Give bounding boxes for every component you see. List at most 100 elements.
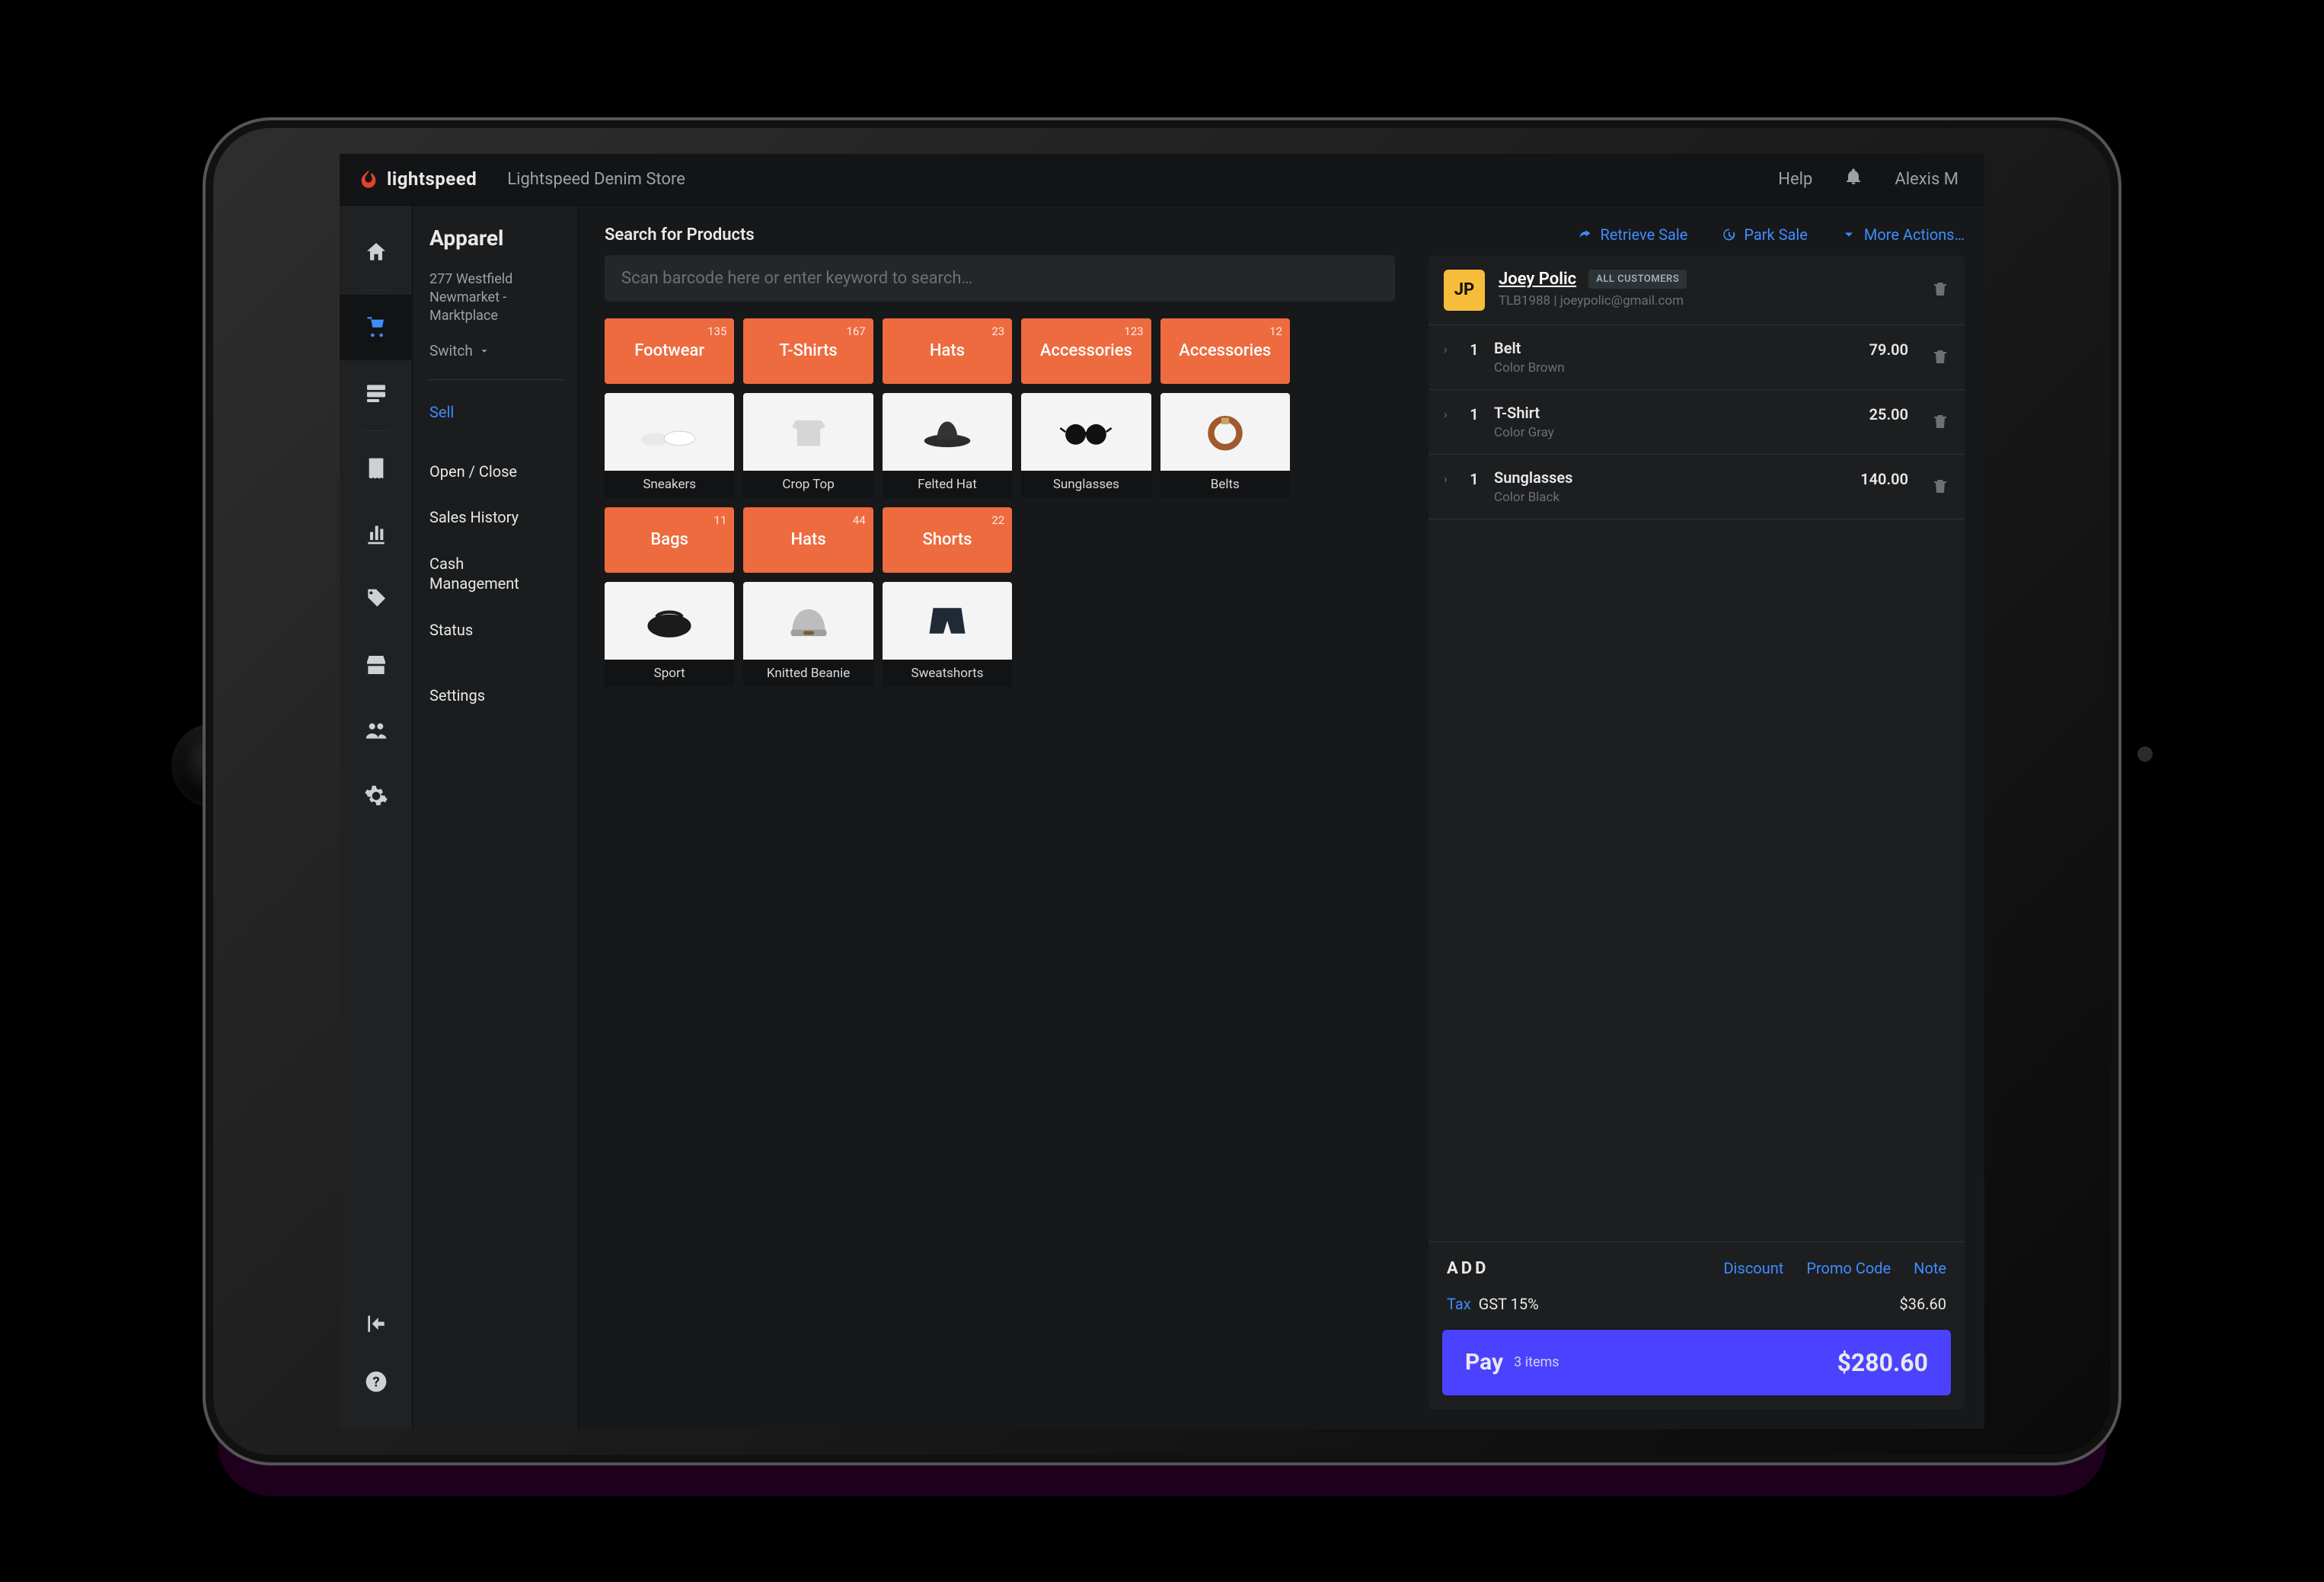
category-tile[interactable]: 23Hats bbox=[883, 318, 1012, 384]
remove-customer-button[interactable] bbox=[1931, 280, 1949, 301]
nav-customers[interactable] bbox=[340, 698, 413, 763]
store-icon bbox=[364, 653, 388, 677]
customer-group-badge: ALL CUSTOMERS bbox=[1588, 270, 1687, 289]
top-bar: lightspeed Lightspeed Denim Store Help A… bbox=[340, 154, 1984, 206]
side-link-status[interactable]: Status bbox=[429, 610, 563, 650]
cart-panel: Retrieve Sale Park Sale More Actions… bbox=[1421, 206, 1984, 1429]
user-menu[interactable]: Alexis M bbox=[1895, 170, 1958, 189]
brand-logo[interactable]: lightspeed bbox=[358, 168, 477, 190]
help-link[interactable]: Help bbox=[1778, 170, 1812, 189]
cart-line[interactable]: › 1 Belt Color Brown 79.00 bbox=[1429, 325, 1965, 390]
category-tile[interactable]: 123Accessories bbox=[1021, 318, 1151, 384]
fedora-icon bbox=[915, 407, 979, 457]
remove-line-button[interactable] bbox=[1931, 347, 1949, 369]
product-tile[interactable]: Sport bbox=[605, 582, 734, 687]
nav-receipt[interactable] bbox=[340, 436, 413, 501]
side-link-cash-management[interactable]: Cash Management bbox=[429, 543, 563, 604]
notifications-button[interactable] bbox=[1844, 168, 1863, 190]
line-name: Belt bbox=[1494, 339, 1857, 357]
pay-button[interactable]: Pay 3 items $280.60 bbox=[1442, 1330, 1951, 1395]
retrieve-sale-button[interactable]: Retrieve Sale bbox=[1577, 225, 1687, 244]
cart-lines: › 1 BeltColor Brown 79.00 › 1 T-ShirtCol… bbox=[1429, 325, 1965, 1242]
category-tile[interactable]: 11Bags bbox=[605, 507, 734, 573]
side-link-sell[interactable]: Sell bbox=[429, 392, 563, 432]
nav-inventory[interactable] bbox=[340, 632, 413, 698]
cart-line[interactable]: › 1 T-ShirtColor Gray 25.00 bbox=[1429, 390, 1965, 455]
line-qty: 1 bbox=[1467, 470, 1482, 488]
search-heading: Search for Products bbox=[605, 225, 1395, 244]
collapse-icon bbox=[364, 1312, 388, 1336]
register-address: 277 Westfield Newmarket - Marktplace bbox=[429, 270, 563, 326]
brand-text: lightspeed bbox=[387, 168, 477, 190]
nav-home[interactable] bbox=[340, 219, 413, 285]
nav-reports[interactable] bbox=[340, 501, 413, 567]
gear-icon bbox=[364, 784, 388, 808]
svg-text:?: ? bbox=[372, 1373, 379, 1390]
product-tile[interactable]: Sneakers bbox=[605, 393, 734, 498]
product-tile[interactable]: Sweatshorts bbox=[883, 582, 1012, 687]
question-icon: ? bbox=[364, 1369, 388, 1394]
add-label: ADD bbox=[1447, 1259, 1489, 1278]
category-tile[interactable]: 12Accessories bbox=[1160, 318, 1290, 384]
category-tile[interactable]: 135Footwear bbox=[605, 318, 734, 384]
help-rail-button[interactable]: ? bbox=[340, 1353, 413, 1411]
park-sale-button[interactable]: Park Sale bbox=[1721, 225, 1808, 244]
line-qty: 1 bbox=[1467, 340, 1482, 359]
tablet-frame: lightspeed Lightspeed Denim Store Help A… bbox=[203, 117, 2121, 1465]
product-tile[interactable]: Crop Top bbox=[743, 393, 873, 498]
crop-top-icon bbox=[777, 407, 841, 457]
pay-amount: $280.60 bbox=[1837, 1348, 1928, 1377]
avatar: JP bbox=[1444, 270, 1485, 311]
pay-items: 3 items bbox=[1514, 1354, 1559, 1370]
category-tile[interactable]: 22Shorts bbox=[883, 507, 1012, 573]
nav-settings[interactable] bbox=[340, 763, 413, 829]
product-tile[interactable]: Sunglasses bbox=[1021, 393, 1151, 498]
remove-line-button[interactable] bbox=[1931, 477, 1949, 498]
side-link-settings[interactable]: Settings bbox=[429, 676, 563, 715]
line-price: 25.00 bbox=[1869, 405, 1908, 423]
trash-icon bbox=[1931, 347, 1949, 366]
bell-icon bbox=[1844, 168, 1863, 186]
stack-icon bbox=[364, 381, 388, 405]
side-link-open-close[interactable]: Open / Close bbox=[429, 452, 563, 491]
switch-register-button[interactable]: Switch bbox=[429, 342, 563, 360]
tax-amount: $36.60 bbox=[1900, 1295, 1946, 1313]
people-icon bbox=[364, 718, 388, 743]
nav-tags[interactable] bbox=[340, 567, 413, 632]
store-name: Lightspeed Denim Store bbox=[507, 170, 685, 189]
chevron-right-icon: › bbox=[1444, 407, 1454, 421]
trash-icon bbox=[1931, 280, 1949, 298]
more-actions-button[interactable]: More Actions… bbox=[1841, 225, 1965, 244]
line-price: 140.00 bbox=[1860, 470, 1908, 488]
add-discount-button[interactable]: Discount bbox=[1724, 1259, 1784, 1277]
tax-label[interactable]: Tax bbox=[1447, 1295, 1471, 1313]
side-link-sales-history[interactable]: Sales History bbox=[429, 497, 563, 537]
add-promo-button[interactable]: Promo Code bbox=[1806, 1259, 1891, 1277]
customer-name-link[interactable]: Joey Polic bbox=[1499, 270, 1576, 289]
collapse-rail-button[interactable] bbox=[340, 1295, 413, 1353]
line-variant: Color Black bbox=[1494, 490, 1848, 505]
line-name: T-Shirt bbox=[1494, 404, 1857, 422]
product-tile[interactable]: Knitted Beanie bbox=[743, 582, 873, 687]
nav-sell[interactable] bbox=[340, 295, 413, 360]
cart-icon bbox=[364, 315, 388, 340]
app-screen: lightspeed Lightspeed Denim Store Help A… bbox=[340, 154, 1984, 1429]
cart-line[interactable]: › 1 Sunglasses Color Black 140.00 bbox=[1429, 455, 1965, 519]
remove-line-button[interactable] bbox=[1931, 412, 1949, 433]
side-panel: Apparel 277 Westfield Newmarket - Marktp… bbox=[413, 206, 579, 1429]
category-tile[interactable]: 44Hats bbox=[743, 507, 873, 573]
category-tile[interactable]: 167T-Shirts bbox=[743, 318, 873, 384]
search-input[interactable]: Scan barcode here or enter keyword to se… bbox=[605, 255, 1395, 302]
add-note-button[interactable]: Note bbox=[1914, 1259, 1946, 1277]
customer-card[interactable]: JP Joey Polic ALL CUSTOMERS TLB1988 | jo… bbox=[1429, 256, 1965, 325]
chevron-right-icon: › bbox=[1444, 342, 1454, 356]
product-tile[interactable]: Felted Hat bbox=[883, 393, 1012, 498]
products-panel: Search for Products Scan barcode here or… bbox=[579, 206, 1421, 1429]
line-price: 79.00 bbox=[1869, 340, 1908, 359]
line-variant: Color Brown bbox=[1494, 360, 1857, 376]
tag-icon bbox=[364, 587, 388, 612]
chevron-right-icon: › bbox=[1444, 471, 1454, 486]
nav-catalog[interactable] bbox=[340, 360, 413, 426]
line-name: Sunglasses bbox=[1494, 468, 1848, 487]
product-tile[interactable]: Belts bbox=[1160, 393, 1290, 498]
